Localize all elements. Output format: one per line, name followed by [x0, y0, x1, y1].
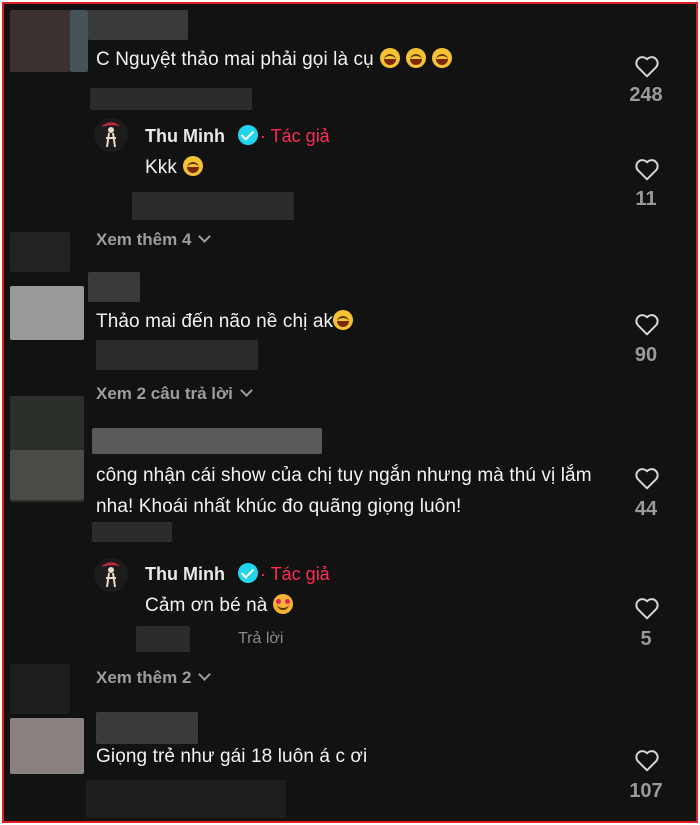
chevron-down-icon [239, 384, 253, 397]
grinning-emoji-icon [333, 310, 354, 330]
comment-text: Giọng trẻ như gái 18 luôn á c ơi [96, 746, 368, 767]
avatar[interactable] [10, 286, 84, 340]
author-tag: · Tác giả [260, 564, 330, 584]
reply-button[interactable]: Trả lời [238, 630, 283, 648]
like-count: 11 [635, 188, 657, 210]
grinning-emoji-icon [405, 48, 426, 68]
comment-text: C Nguyệt thảo mai phải gọi là cụ [96, 48, 452, 71]
like-count: 90 [634, 344, 658, 366]
like-count: 248 [629, 84, 663, 106]
avatar-strip-blurred [10, 664, 70, 714]
username-blurred[interactable] [88, 10, 188, 40]
author-tag: · Tác giả [260, 126, 330, 146]
avatar-strip-blurred [10, 232, 70, 272]
like-count: 44 [634, 498, 658, 520]
view-more-replies-button[interactable]: Xem thêm 2 [96, 668, 212, 688]
heart-outline-icon[interactable] [634, 312, 660, 336]
heart-outline-icon[interactable] [634, 54, 660, 78]
comment-text: công nhận cái show của chị tuy ngắn nhưn… [96, 465, 592, 517]
comment-panel: C Nguyệt thảo mai phải gọi là cụ 248 Thu… [2, 2, 698, 823]
username-blurred[interactable] [88, 272, 140, 302]
like-count: 107 [629, 780, 663, 802]
comment-meta-blurred [96, 340, 258, 370]
chevron-down-icon [198, 230, 212, 243]
reply-text: Kkk [145, 156, 203, 179]
avatar[interactable] [94, 558, 128, 592]
comment-text: Thảo mai đến não nề chị ak [96, 310, 354, 333]
heart-outline-icon[interactable] [634, 596, 660, 620]
verified-badge-icon [238, 125, 258, 145]
grinning-emoji-icon [379, 48, 400, 68]
avatar[interactable] [10, 10, 88, 72]
grinning-emoji-icon [431, 48, 452, 68]
username-blurred[interactable] [92, 428, 322, 454]
reply-text: Cảm ơn bé nà [145, 594, 294, 617]
author-name[interactable]: Thu Minh [145, 126, 225, 147]
comment-meta-blurred [86, 780, 286, 818]
like-count: 5 [640, 628, 652, 650]
comment-meta-blurred [90, 88, 252, 110]
view-replies-button[interactable]: Xem 2 câu trả lời [96, 384, 253, 404]
comment-meta-blurred [92, 522, 172, 542]
heart-outline-icon[interactable] [634, 466, 660, 490]
heart-outline-icon[interactable] [634, 748, 660, 772]
username-blurred[interactable] [96, 712, 198, 744]
avatar[interactable] [10, 718, 84, 774]
grinning-emoji-icon [182, 156, 203, 176]
avatar-blur-segment [10, 450, 84, 500]
avatar[interactable] [94, 118, 128, 152]
reply-meta-blurred [132, 192, 294, 220]
reply-meta-blurred [136, 626, 190, 652]
heart-outline-icon[interactable] [634, 157, 660, 181]
view-more-replies-button[interactable]: Xem thêm 4 [96, 230, 212, 250]
smiling-hearts-emoji-icon [273, 594, 294, 614]
author-name[interactable]: Thu Minh [145, 564, 225, 585]
chevron-down-icon [198, 668, 212, 681]
verified-badge-icon [238, 563, 258, 583]
